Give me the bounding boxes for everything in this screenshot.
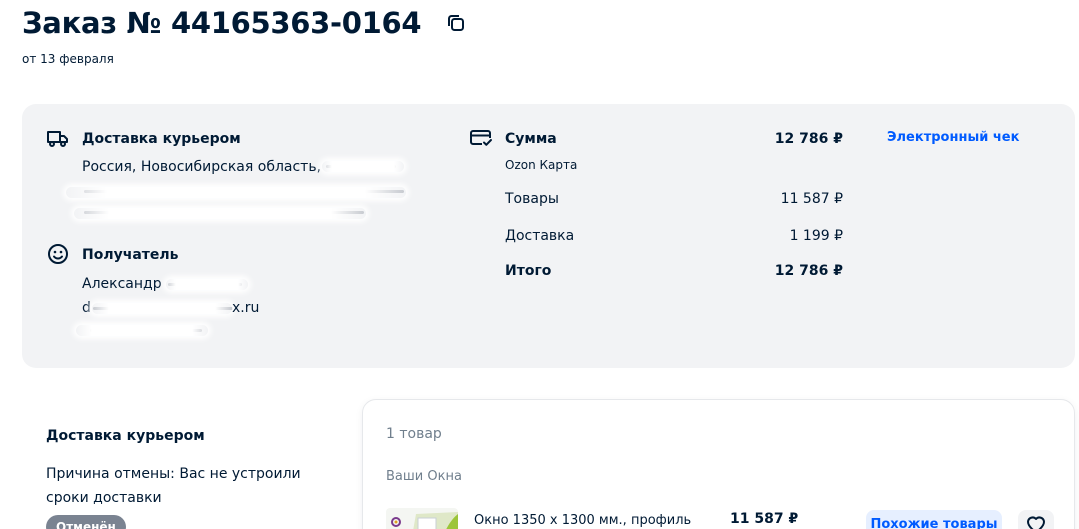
payment-delivery-amount: 1 199 ₽	[789, 228, 843, 244]
delivery-address: Россия, Новосибирская область,	[82, 159, 322, 175]
favorite-button[interactable]	[1018, 510, 1054, 529]
redacted-text	[322, 161, 404, 172]
product-price: 11 587 ₽	[730, 511, 799, 527]
redacted-text	[66, 187, 406, 198]
order-date: от 13 февраля	[22, 52, 114, 66]
receipt-link[interactable]: Электронный чек	[887, 130, 1019, 145]
redacted-text	[166, 279, 248, 290]
delivery-title: Доставка курьером	[82, 131, 241, 147]
payment-goods-label: Товары	[505, 191, 559, 207]
truck-icon	[46, 127, 70, 149]
similar-products-button[interactable]: Похожие товары	[866, 510, 1002, 529]
status-badge: Отменён	[46, 515, 126, 529]
payment-delivery-label: Доставка	[505, 228, 575, 244]
redacted-text	[92, 303, 232, 314]
recipient-name: Александр	[82, 276, 162, 292]
order-header: Заказ № 44165363-0164	[22, 6, 467, 40]
payment-total-top: 12 786 ₽	[774, 131, 843, 147]
product-thumbnail[interactable]	[386, 508, 458, 529]
heart-icon	[1025, 514, 1047, 529]
payment-method: Ozon Карта	[505, 158, 578, 172]
payment-total-amount: 12 786 ₽	[774, 263, 843, 279]
recipient-email-start: d	[82, 300, 91, 316]
recipient-title: Получатель	[82, 247, 179, 263]
redacted-text	[76, 325, 208, 336]
seller-name[interactable]: Ваши Окна	[386, 469, 462, 484]
order-title: Заказ № 44165363-0164	[22, 6, 422, 40]
recipient-email-end: x.ru	[232, 300, 260, 316]
smile-icon	[46, 243, 70, 265]
payment-card-icon	[469, 127, 493, 149]
copy-icon[interactable]	[445, 12, 467, 34]
shipment-title: Доставка курьером	[46, 428, 205, 444]
cancel-reason: Причина отмены: Вас не устроили сроки до…	[46, 466, 301, 506]
goods-count: 1 товар	[386, 426, 442, 442]
product-name[interactable]: Окно 1350 х 1300 мм., профиль	[474, 513, 691, 528]
payment-title: Сумма	[505, 131, 557, 147]
payment-goods-amount: 11 587 ₽	[780, 191, 843, 207]
payment-total-label: Итого	[505, 263, 552, 279]
redacted-text	[74, 208, 366, 219]
